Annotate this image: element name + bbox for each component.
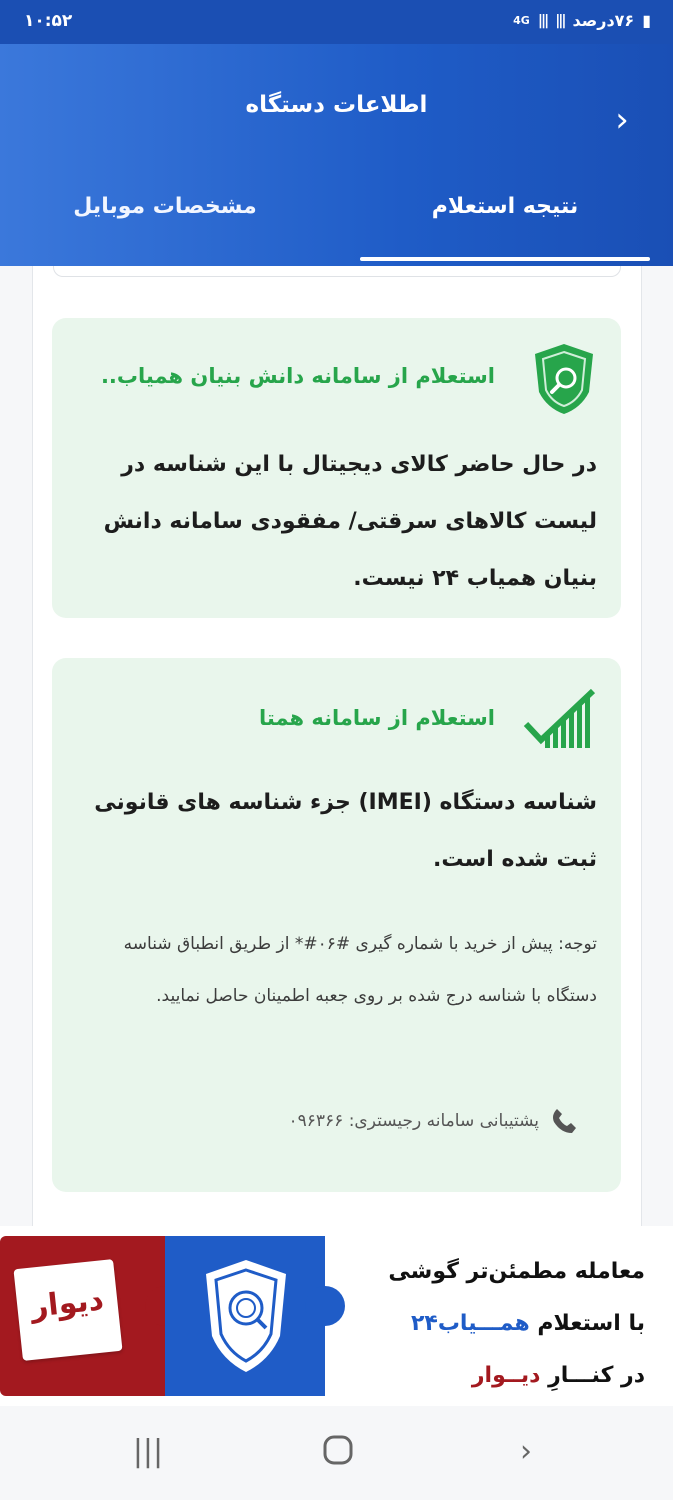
recent-apps-icon[interactable]: ||| <box>128 1434 168 1474</box>
battery-icon: ▮ <box>642 11 651 30</box>
hamyab-logo <box>206 1260 286 1372</box>
system-nav-bar: ||| › <box>0 1406 673 1500</box>
tab-inquiry-result[interactable]: نتیجه استعلام <box>360 194 650 219</box>
hamta-result-card: استعلام از سامانه همتا شناسه دستگاه (IME… <box>52 658 621 1192</box>
support-line[interactable]: پشتیبانی سامانه رجیستری: ۰۹۶۳۶۶ <box>289 1106 580 1136</box>
banner-hamyab-text: همـــیاب۲۴ <box>410 1311 530 1336</box>
signal-icon-2: ||| <box>555 12 566 29</box>
signal-icon: ||| <box>537 12 549 29</box>
promo-banner[interactable]: دیوار معامله مطمئن‌تر گوشی با استعلام هم… <box>0 1226 673 1406</box>
divar-logo: دیوار <box>13 1259 123 1361</box>
banner-line-3: در کنـــارِ دیــوار <box>388 1350 645 1402</box>
signal-check-icon <box>523 688 596 748</box>
status-right: 4G ||| ||| ۷۶درصد ▮ <box>513 11 651 30</box>
status-time: ۱۰:۵۲ <box>24 11 73 31</box>
tab-mobile-specs[interactable]: مشخصات موبایل <box>40 194 290 219</box>
hamta-card-body: شناسه دستگاه (IMEI) جزء شناسه های قانونی… <box>94 790 597 872</box>
app-header: › اطلاعات دستگاه نتیجه استعلام مشخصات مو… <box>0 44 673 266</box>
banner-line-2: با استعلام همـــیاب۲۴ <box>388 1298 645 1350</box>
banner-divar-text: دیــوار <box>471 1363 541 1388</box>
previous-card-edge <box>53 266 621 277</box>
banner-text: معامله مطمئن‌تر گوشی با استعلام همـــیاب… <box>388 1246 645 1402</box>
hamyab-result-card: استعلام از سامانه دانش بنیان همیاب.. در … <box>52 318 621 618</box>
battery-text: ۷۶درصد <box>572 11 635 30</box>
network-icon: 4G <box>513 14 530 27</box>
back-nav-icon[interactable]: › <box>506 1434 546 1474</box>
banner-line-3-prefix: در کنـــارِ <box>540 1363 645 1388</box>
page-title: اطلاعات دستگاه <box>245 92 428 118</box>
support-text: پشتیبانی سامانه رجیستری: ۰۹۶۳۶۶ <box>288 1111 540 1131</box>
shield-search-icon <box>535 344 593 414</box>
phone-icon <box>553 1109 576 1133</box>
banner-line-2-prefix: با استعلام <box>529 1311 645 1336</box>
hamyab-card-heading: استعلام از سامانه دانش بنیان همیاب.. <box>100 364 495 388</box>
puzzle-tab-blue <box>305 1286 345 1326</box>
hamta-card-heading: استعلام از سامانه همتا <box>259 706 495 730</box>
active-tab-indicator <box>360 257 650 261</box>
banner-line-1: معامله مطمئن‌تر گوشی <box>388 1259 645 1284</box>
hamta-card-note: توجه: پیش از خرید با شماره گیری #۰۶#* از… <box>123 934 597 1006</box>
status-bar: ۱۰:۵۲ 4G ||| ||| ۷۶درصد ▮ <box>0 0 673 44</box>
home-icon[interactable] <box>318 1434 358 1474</box>
hamyab-card-body: در حال حاضر کالای دیجیتال با این شناسه د… <box>103 452 597 591</box>
